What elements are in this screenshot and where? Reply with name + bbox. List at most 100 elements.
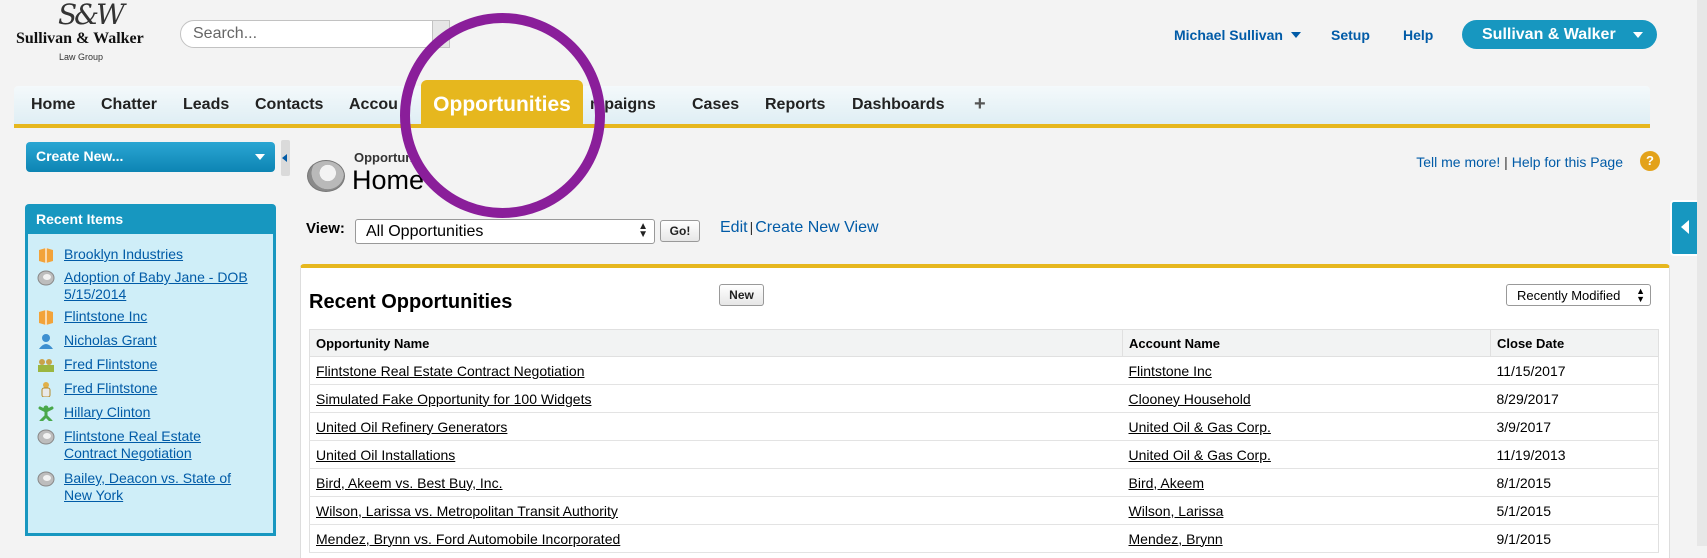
view-select[interactable]: All Opportunities ▲ ▼ xyxy=(355,219,655,244)
tab-cases[interactable]: Cases xyxy=(692,96,739,114)
tab-campaigns[interactable]: mpaigns xyxy=(590,96,656,114)
chevron-down-icon xyxy=(1290,32,1301,38)
app-switcher-button[interactable]: Sullivan & Walker xyxy=(1462,20,1657,49)
opportunity-name-link[interactable]: United Oil Refinery Generators xyxy=(309,412,1123,441)
recent-item[interactable]: Nicholas Grant xyxy=(64,332,157,349)
account-name-link[interactable]: Flintstone Inc xyxy=(1122,356,1491,385)
account-name-link[interactable]: United Oil & Gas Corp. xyxy=(1122,412,1491,441)
contact-icon xyxy=(39,334,53,349)
firm-logo[interactable]: S&W Sullivan & Walker Law Group xyxy=(14,0,154,70)
account-icon xyxy=(39,310,53,325)
recent-item[interactable]: Fred Flintstone xyxy=(64,380,157,397)
opportunity-name-link[interactable]: United Oil Installations xyxy=(309,440,1123,469)
user-name: Michael Sullivan xyxy=(1174,27,1283,43)
create-new-view-link[interactable]: Create New View xyxy=(755,219,878,236)
logo-monogram: S&W xyxy=(58,0,125,31)
logo-subtitle: Law Group xyxy=(59,52,104,62)
close-date: 5/1/2015 xyxy=(1490,496,1659,525)
close-date: 8/29/2017 xyxy=(1490,384,1659,413)
table-header-row: Opportunity Name Account Name Close Date xyxy=(309,329,1659,357)
help-separator: | xyxy=(1504,154,1508,170)
select-arrows-icon: ▲ ▼ xyxy=(638,221,648,240)
new-opportunity-button[interactable]: New xyxy=(719,284,764,306)
setup-link[interactable]: Setup xyxy=(1331,27,1370,43)
table-row: Wilson, Larissa vs. Metropolitan Transit… xyxy=(309,496,1659,525)
opportunity-name-link[interactable]: Wilson, Larissa vs. Metropolitan Transit… xyxy=(309,496,1123,525)
recent-items-header: Recent Items xyxy=(25,204,276,234)
table-row: Mendez, Brynn vs. Ford Automobile Incorp… xyxy=(309,524,1659,553)
recent-item[interactable]: Flintstone Real Estate Contract Negotiat… xyxy=(64,428,254,462)
tab-chatter[interactable]: Chatter xyxy=(101,96,157,114)
vertical-scrollbar[interactable] xyxy=(1697,0,1707,546)
recent-item[interactable]: Fred Flintstone xyxy=(64,356,157,373)
app-name: Sullivan & Walker xyxy=(1482,26,1616,43)
select-arrows-icon: ▲ ▼ xyxy=(1636,286,1645,304)
account-name-link[interactable]: Mendez, Brynn xyxy=(1122,524,1491,553)
account-name-link[interactable]: Bird, Akeem xyxy=(1122,468,1491,497)
help-links: Tell me more! | Help for this Page xyxy=(1416,154,1623,170)
tell-me-more-link[interactable]: Tell me more! xyxy=(1416,154,1500,170)
help-question-icon[interactable]: ? xyxy=(1640,151,1660,171)
column-header-opportunity-name[interactable]: Opportunity Name xyxy=(309,329,1123,357)
column-header-account-name[interactable]: Account Name xyxy=(1122,329,1491,357)
recent-opportunities-table: Opportunity Name Account Name Close Date… xyxy=(309,329,1659,553)
table-row: Simulated Fake Opportunity for 100 Widge… xyxy=(309,384,1659,413)
logo-name: Sullivan & Walker xyxy=(16,30,144,47)
close-date: 11/19/2013 xyxy=(1490,440,1659,469)
opportunity-page-icon xyxy=(307,160,345,192)
collapse-arrow-icon xyxy=(282,154,287,162)
search-input[interactable] xyxy=(180,20,435,48)
account-name-link[interactable]: Wilson, Larissa xyxy=(1122,496,1491,525)
table-row: United Oil Installations United Oil & Ga… xyxy=(309,440,1659,469)
tab-contacts[interactable]: Contacts xyxy=(255,96,323,114)
close-date: 11/15/2017 xyxy=(1490,356,1659,385)
table-row: Bird, Akeem vs. Best Buy, Inc. Bird, Ake… xyxy=(309,468,1659,497)
opportunity-name-link[interactable]: Bird, Akeem vs. Best Buy, Inc. xyxy=(309,468,1123,497)
add-tab-icon[interactable]: + xyxy=(974,93,986,116)
tab-accounts[interactable]: Accou xyxy=(349,96,398,114)
recent-item[interactable]: Hillary Clinton xyxy=(64,404,150,421)
chevron-left-icon xyxy=(1681,220,1689,234)
close-date: 3/9/2017 xyxy=(1490,412,1659,441)
go-button[interactable]: Go! xyxy=(660,220,700,242)
chevron-down-icon xyxy=(255,154,265,160)
help-for-page-link[interactable]: Help for this Page xyxy=(1512,154,1623,170)
account-name-link[interactable]: Clooney Household xyxy=(1122,384,1491,413)
table-row: Flintstone Real Estate Contract Negotiat… xyxy=(309,356,1659,385)
column-header-close-date[interactable]: Close Date xyxy=(1490,329,1659,357)
recent-item[interactable]: Adoption of Baby Jane - DOB 5/15/2014 xyxy=(64,269,274,303)
opportunity-name-link[interactable]: Simulated Fake Opportunity for 100 Widge… xyxy=(309,384,1123,413)
recent-item[interactable]: Brooklyn Industries xyxy=(64,246,183,263)
sidebar-collapse-handle[interactable] xyxy=(281,140,290,176)
recent-item[interactable]: Bailey, Deacon vs. State of New York xyxy=(64,470,254,504)
create-new-button[interactable]: Create New... xyxy=(26,142,275,172)
tab-opportunities[interactable]: Opportunities xyxy=(421,80,583,128)
recent-item[interactable]: Flintstone Inc xyxy=(64,308,147,325)
tab-home[interactable]: Home xyxy=(31,96,75,114)
opportunity-icon xyxy=(37,270,55,286)
edit-view-link[interactable]: Edit xyxy=(720,219,748,236)
close-date: 9/1/2015 xyxy=(1490,524,1659,553)
tab-dashboards[interactable]: Dashboards xyxy=(852,96,944,114)
account-icon xyxy=(39,248,53,263)
view-actions: Edit | Create New View xyxy=(720,219,879,237)
breadcrumb: Opportuni xyxy=(354,150,417,165)
chevron-down-icon xyxy=(1633,32,1643,38)
view-label: View: xyxy=(306,220,345,237)
create-new-label: Create New... xyxy=(36,148,124,164)
help-link[interactable]: Help xyxy=(1403,27,1433,43)
tab-reports[interactable]: Reports xyxy=(765,96,825,114)
recent-items-panel: Brooklyn Industries Adoption of Baby Jan… xyxy=(25,234,276,536)
opportunity-icon xyxy=(37,429,55,445)
household-icon xyxy=(38,359,54,372)
tab-leads[interactable]: Leads xyxy=(183,96,229,114)
table-row: United Oil Refinery Generators United Oi… xyxy=(309,412,1659,441)
person-icon xyxy=(41,382,51,397)
user-menu[interactable]: Michael Sullivan xyxy=(1174,27,1301,43)
opportunity-name-link[interactable]: Mendez, Brynn vs. Ford Automobile Incorp… xyxy=(309,524,1123,553)
recent-opportunities-title: Recent Opportunities xyxy=(309,291,513,313)
opportunity-name-link[interactable]: Flintstone Real Estate Contract Negotiat… xyxy=(309,356,1123,385)
search-button[interactable] xyxy=(432,20,450,48)
account-name-link[interactable]: United Oil & Gas Corp. xyxy=(1122,440,1491,469)
sort-select[interactable]: Recently Modified ▲ ▼ xyxy=(1506,284,1651,306)
